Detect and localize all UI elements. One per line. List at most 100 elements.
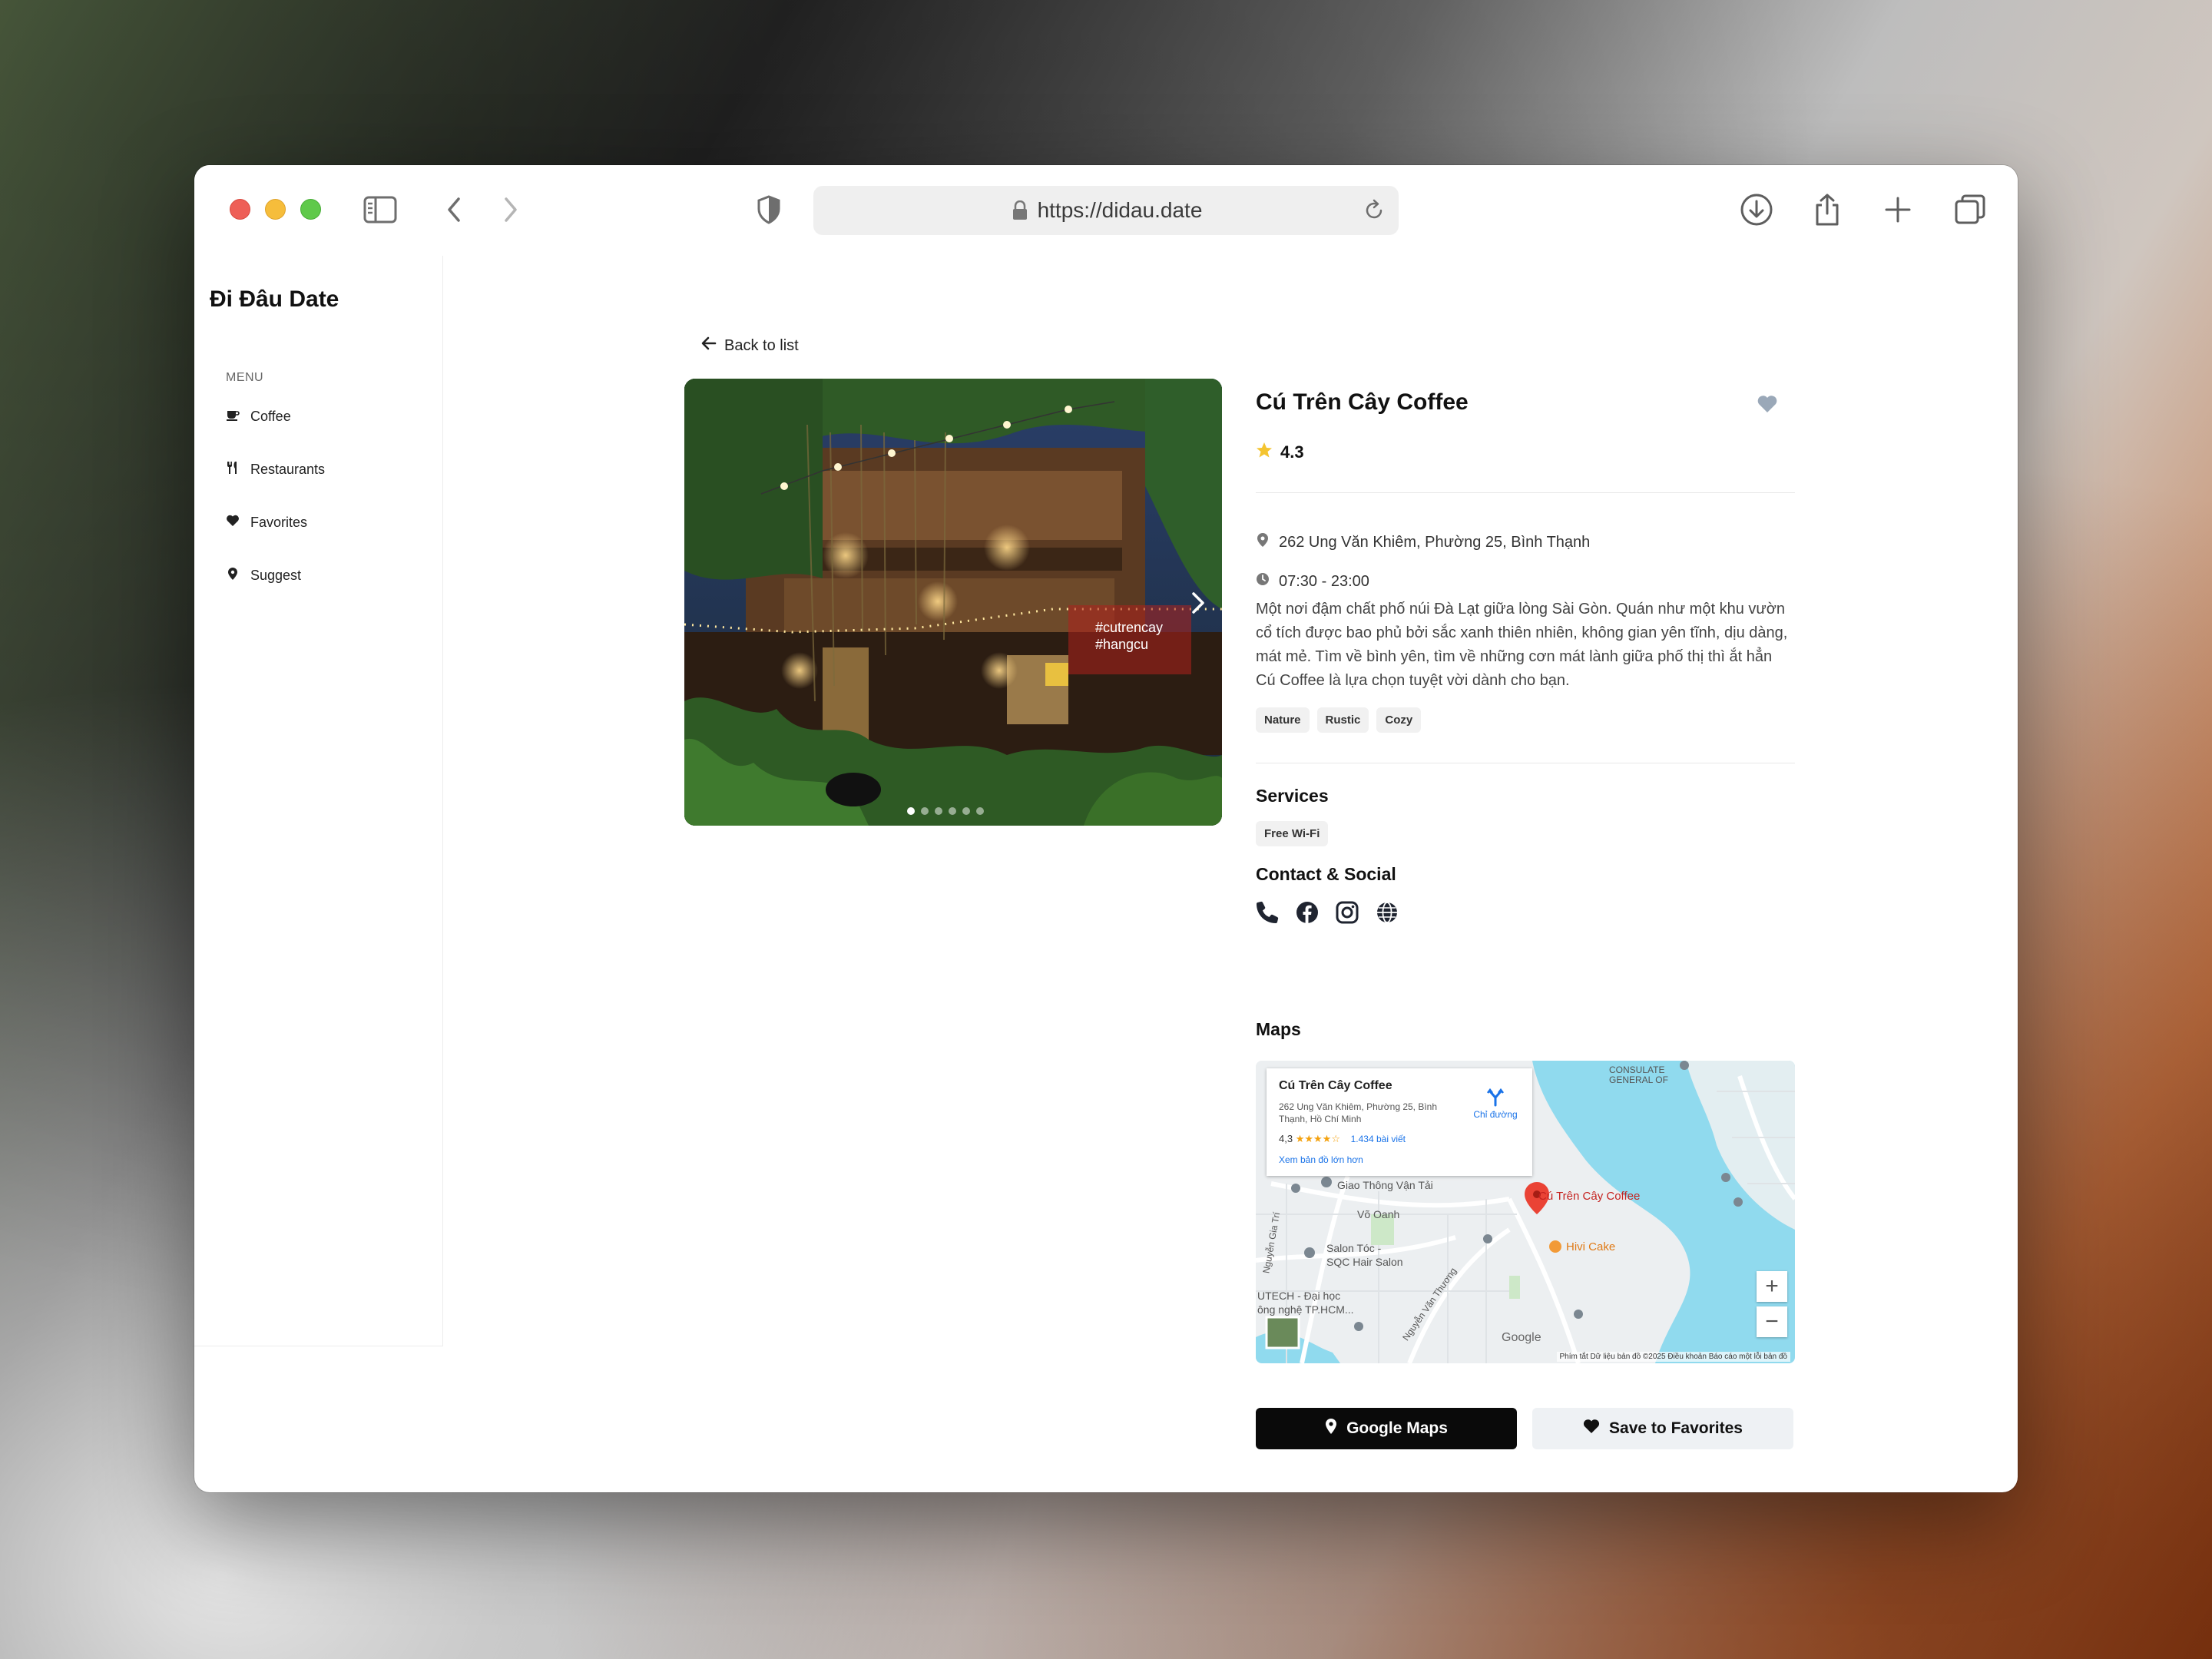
place-tags: Nature Rustic Cozy (1256, 707, 1422, 733)
services-title: Services (1256, 786, 1329, 806)
larger-map-link[interactable]: Xem bản đồ lớn hơn (1279, 1154, 1522, 1165)
map-label-street: Võ Oanh (1357, 1208, 1400, 1220)
window-controls (230, 199, 321, 220)
map-footer[interactable]: Phím tắt Dữ liệu bản đồ ©2025 Điều khoản… (1556, 1352, 1790, 1362)
facebook-icon[interactable] (1296, 901, 1319, 924)
minimize-window-button[interactable] (265, 199, 286, 220)
rating-value: 4.3 (1280, 442, 1304, 462)
place-description: Một nơi đậm chất phố núi Đà Lạt giữa lòn… (1256, 601, 1788, 689)
sidebar: Đi Đâu Date MENU Coffee Restaurants Favo… (194, 256, 443, 1346)
map-label-transport: Giao Thông Vận Tải (1337, 1179, 1433, 1191)
coffee-icon (226, 408, 240, 426)
back-label: Back to list (724, 336, 799, 354)
address-bar[interactable]: https://didau.date (813, 186, 1399, 235)
save-favorites-label: Save to Favorites (1609, 1419, 1743, 1437)
page-content: Đi Đâu Date MENU Coffee Restaurants Favo… (194, 256, 2018, 1492)
sidebar-item-suggest[interactable]: Suggest (226, 567, 301, 584)
map-label-salon-name: SQC Hair Salon (1326, 1256, 1403, 1268)
service-wifi: Free Wi-Fi (1256, 821, 1329, 846)
privacy-shield-icon[interactable] (750, 191, 787, 228)
share-icon[interactable] (1809, 191, 1846, 228)
neon-sign-line2: #hangcu (1095, 637, 1148, 652)
map-label-university: UTECH - Đại học (1257, 1290, 1341, 1302)
sidebar-item-label: Suggest (250, 568, 302, 583)
directions-label: Chỉ đường (1473, 1109, 1518, 1120)
map-pin-icon (226, 567, 240, 584)
map-info-card: Cú Trên Cây Coffee 262 Ung Văn Khiêm, Ph… (1267, 1068, 1532, 1176)
sidebar-item-favorites[interactable]: Favorites (226, 514, 307, 531)
map-card-address: 262 Ung Văn Khiêm, Phường 25, Bình Thạnh… (1279, 1101, 1438, 1124)
chevron-right-icon[interactable] (1187, 588, 1210, 618)
phone-icon[interactable] (1256, 901, 1279, 924)
directions-button[interactable]: Chỉ đường (1472, 1087, 1518, 1120)
new-tab-icon[interactable] (1879, 191, 1916, 228)
globe-icon[interactable] (1376, 901, 1399, 924)
brand-title[interactable]: Đi Đâu Date (210, 286, 339, 313)
address-row: 262 Ung Văn Khiêm, Phường 25, Bình Thạnh (1256, 532, 1590, 552)
map-card-stars: ★★★★☆ (1295, 1133, 1340, 1144)
hours-text: 07:30 - 23:00 (1279, 572, 1369, 590)
back-to-list-button[interactable]: Back to list (690, 329, 810, 363)
map-card-rating-value: 4,3 (1279, 1133, 1293, 1144)
url-text: https://didau.date (1037, 198, 1203, 222)
sidebar-item-restaurants[interactable]: Restaurants (226, 461, 325, 478)
place-rating: 4.3 (1256, 442, 1304, 463)
google-logo: Google (1502, 1331, 1541, 1344)
main-content: Back to list #cutrencay #hangcu Cú Trên … (443, 256, 2018, 1492)
utensils-icon (226, 461, 240, 478)
clock-icon (1256, 572, 1270, 591)
sidebar-item-label: Restaurants (250, 462, 326, 477)
favorite-heart-icon[interactable] (1757, 394, 1778, 414)
browser-window: https://didau.date Đi Đâu Date MENU Coff… (194, 165, 2018, 1492)
carousel-dot[interactable] (976, 807, 984, 815)
forward-icon[interactable] (492, 191, 529, 228)
carousel-indicators (907, 807, 984, 815)
map-label-salon: Salon Tóc - (1326, 1242, 1382, 1254)
divider (1256, 492, 1795, 493)
map-label-consulate: CONSULATE GENERAL OF (1609, 1065, 1668, 1085)
sidebar-item-label: Favorites (250, 515, 308, 530)
place-title: Cú Trên Cây Coffee (1256, 389, 1469, 415)
close-window-button[interactable] (230, 199, 250, 220)
carousel-dot[interactable] (935, 807, 942, 815)
carousel-dot[interactable] (962, 807, 970, 815)
tag-rustic: Rustic (1316, 707, 1369, 733)
sidebar-item-label: Coffee (250, 409, 291, 424)
browser-toolbar: https://didau.date (194, 165, 2018, 256)
map-label-university-name: ông nghệ TP.HCM... (1257, 1303, 1354, 1316)
social-links (1256, 901, 1399, 924)
zoom-out-button[interactable]: − (1757, 1306, 1787, 1337)
sidebar-item-coffee[interactable]: Coffee (226, 408, 291, 426)
photo-carousel[interactable]: #cutrencay #hangcu (684, 379, 1222, 826)
heart-icon (226, 514, 240, 531)
map-marker-icon (1325, 1418, 1337, 1439)
tag-nature: Nature (1256, 707, 1310, 733)
save-to-favorites-button[interactable]: Save to Favorites (1532, 1408, 1793, 1449)
map-label-hivi[interactable]: Hivi Cake (1566, 1240, 1615, 1253)
reload-icon[interactable] (1362, 198, 1386, 223)
map-pin-label[interactable]: Cú Trên Cây Coffee (1538, 1190, 1640, 1203)
download-icon[interactable] (1738, 191, 1775, 228)
cafe-photo: #cutrencay #hangcu (684, 379, 1222, 826)
carousel-dot[interactable] (949, 807, 956, 815)
tab-overview-icon[interactable] (1952, 191, 1988, 228)
instagram-icon[interactable] (1336, 901, 1359, 924)
contact-title: Contact & Social (1256, 864, 1396, 884)
menu-label: MENU (226, 371, 264, 384)
zoom-in-button[interactable]: + (1757, 1271, 1787, 1302)
heart-icon (1583, 1419, 1600, 1439)
lock-icon (1010, 199, 1030, 222)
map-card-reviews[interactable]: 1.434 bài viết (1351, 1134, 1406, 1144)
carousel-dot[interactable] (921, 807, 929, 815)
star-icon (1256, 442, 1273, 463)
back-icon[interactable] (435, 191, 472, 228)
location-icon (1256, 532, 1270, 552)
address-text: 262 Ung Văn Khiêm, Phường 25, Bình Thạnh (1279, 533, 1591, 551)
embedded-map[interactable]: Cú Trên Cây Coffee 262 Ung Văn Khiêm, Ph… (1256, 1061, 1795, 1363)
maximize-window-button[interactable] (300, 199, 321, 220)
sidebar-toggle-icon[interactable] (362, 191, 399, 228)
google-maps-button[interactable]: Google Maps (1256, 1408, 1517, 1449)
carousel-dot[interactable] (907, 807, 915, 815)
tag-cozy: Cozy (1376, 707, 1422, 733)
maps-title: Maps (1256, 1019, 1301, 1039)
